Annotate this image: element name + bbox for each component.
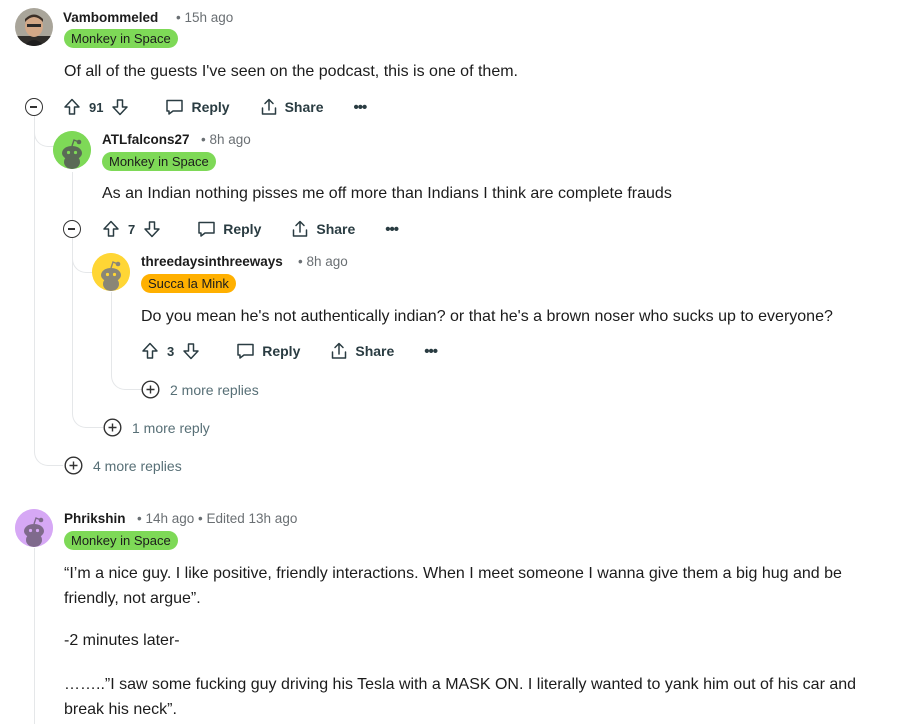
photo-avatar-icon [15, 8, 53, 46]
upvote-arrow-icon[interactable] [63, 98, 81, 116]
collapse-thread-button[interactable] [63, 220, 81, 238]
reply-button[interactable]: Reply [236, 342, 300, 360]
comment-username[interactable]: ATLfalcons27 [102, 132, 190, 147]
vote-count: 3 [167, 343, 175, 359]
comment-timestamp: • 8h ago [298, 254, 348, 269]
speech-bubble-icon [197, 220, 216, 238]
comment-username[interactable]: threedaysinthreeways [141, 254, 283, 269]
downvote-arrow-icon[interactable] [143, 220, 161, 238]
upvote-arrow-icon[interactable] [141, 342, 159, 360]
comment-timestamp: • 8h ago [201, 132, 251, 147]
thread-line-phrikshin [34, 548, 35, 724]
reply-label: Reply [262, 343, 301, 359]
share-icon [291, 220, 309, 238]
thread-line-level-2 [72, 172, 73, 222]
user-avatar[interactable] [92, 253, 130, 291]
user-flair: Monkey in Space [64, 531, 178, 550]
plus-circle-icon [64, 456, 83, 475]
collapse-thread-button[interactable] [25, 98, 43, 116]
thread-branch-level-2 [34, 110, 55, 147]
comment-timestamp: • 15h ago [176, 10, 234, 25]
upvote-arrow-icon[interactable] [102, 220, 120, 238]
comment-paragraph: -2 minutes later- [64, 632, 180, 649]
comment-paragraph: ……..”I saw some fucking guy driving his … [64, 676, 857, 718]
snoo-avatar-icon [53, 131, 91, 169]
share-icon [260, 98, 278, 116]
share-label: Share [355, 343, 395, 359]
comment-username[interactable]: Vambommeled [63, 10, 158, 25]
thread-curve-level-1 [34, 345, 63, 466]
more-replies-link[interactable]: 1 more reply [103, 418, 210, 437]
share-icon [330, 342, 348, 360]
snoo-avatar-icon [92, 253, 130, 291]
comment-body: Do you mean he's not authentically india… [141, 308, 833, 325]
comment-paragraph: “I’m a nice guy. I like positive, friend… [64, 565, 842, 607]
reply-label: Reply [223, 221, 262, 237]
reply-label: Reply [191, 99, 230, 115]
speech-bubble-icon [236, 342, 255, 360]
user-avatar[interactable] [15, 8, 53, 46]
more-replies-label: 4 more replies [93, 457, 182, 474]
plus-circle-icon [141, 380, 160, 399]
more-replies-label: 2 more replies [170, 381, 259, 398]
more-replies-label: 1 more reply [132, 419, 210, 436]
share-button[interactable]: Share [330, 342, 394, 360]
share-label: Share [316, 221, 356, 237]
reply-button[interactable]: Reply [165, 98, 230, 116]
comment-username[interactable]: Phrikshin [64, 511, 126, 526]
downvote-arrow-icon[interactable] [111, 98, 129, 116]
speech-bubble-icon [165, 98, 184, 116]
share-label: Share [284, 99, 324, 115]
more-replies-link[interactable]: 2 more replies [141, 380, 259, 399]
comment-body: As an Indian nothing pisses me off more … [102, 185, 672, 202]
comment-action-bar: 91 Reply Share ••• [63, 92, 368, 122]
more-options-icon[interactable]: ••• [354, 99, 368, 116]
reply-button[interactable]: Reply [197, 220, 261, 238]
vote-count: 91 [89, 99, 104, 115]
share-button[interactable]: Share [260, 98, 324, 116]
downvote-arrow-icon[interactable] [182, 342, 200, 360]
user-flair: Monkey in Space [102, 152, 216, 171]
thread-curve-level-2 [72, 365, 103, 428]
thread-curve-level-3 [111, 345, 142, 390]
user-avatar[interactable] [53, 131, 91, 169]
comment-action-bar: 3 Reply Share ••• [141, 336, 438, 366]
share-button[interactable]: Share [291, 220, 355, 238]
comment-timestamp: • 14h ago • Edited 13h ago [137, 511, 298, 526]
more-options-icon[interactable]: ••• [424, 343, 438, 360]
user-avatar[interactable] [15, 509, 53, 547]
thread-line-level-3 [111, 292, 112, 352]
more-options-icon[interactable]: ••• [385, 221, 399, 238]
snoo-avatar-icon [15, 509, 53, 547]
more-replies-link[interactable]: 4 more replies [64, 456, 182, 475]
user-flair: Monkey in Space [64, 29, 178, 48]
vote-count: 7 [128, 221, 136, 237]
thread-line-level-1 [34, 118, 35, 350]
comment-body: Of all of the guests I've seen on the po… [64, 63, 518, 80]
user-flair: Succa la Mink [141, 274, 236, 293]
plus-circle-icon [103, 418, 122, 437]
comment-action-bar: 7 Reply Share ••• [102, 214, 399, 244]
